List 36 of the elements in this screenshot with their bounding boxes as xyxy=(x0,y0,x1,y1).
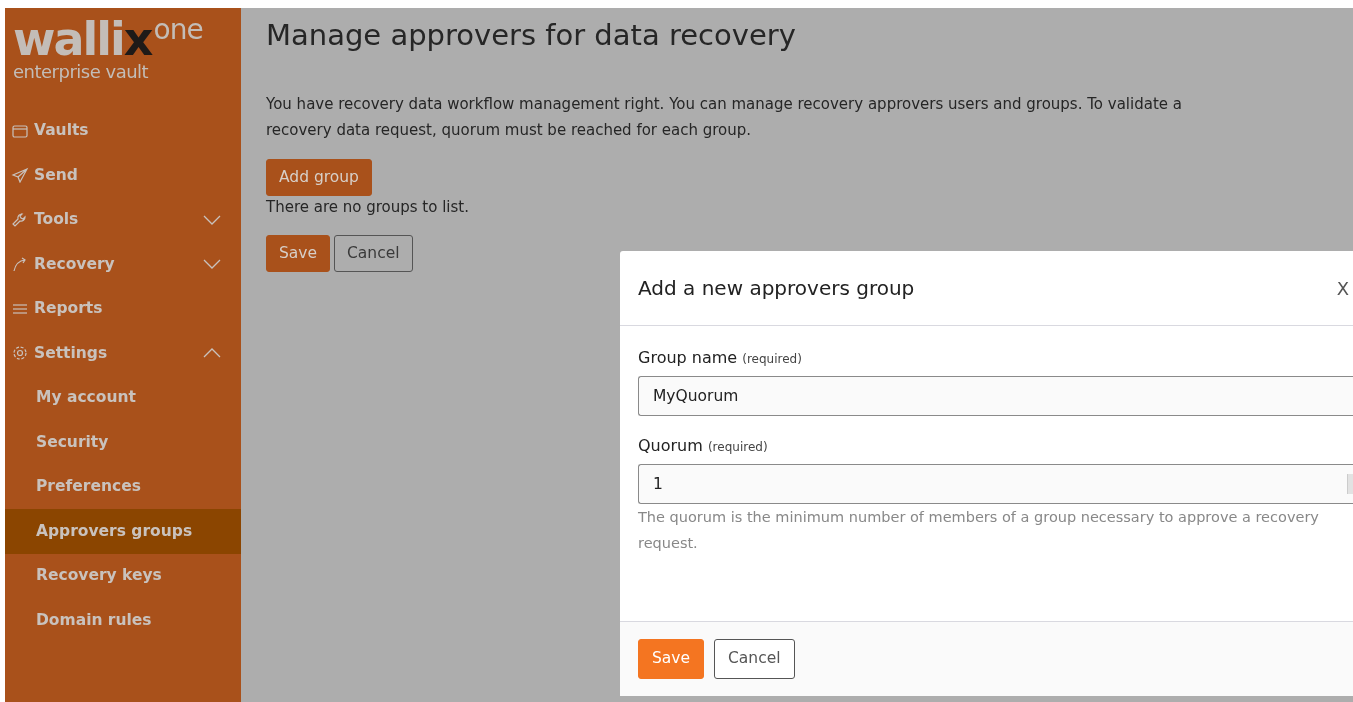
quorum-field[interactable]: 1 xyxy=(638,464,1353,504)
sidebar-item[interactable]: Domain rules xyxy=(5,598,241,643)
sidebar-item[interactable]: Send xyxy=(5,153,241,198)
brand-tagline: enterprise vault xyxy=(13,63,149,81)
settings-icon xyxy=(11,345,29,362)
sidebar-item[interactable]: Reports xyxy=(5,286,241,331)
chevron-down-icon xyxy=(203,259,221,270)
empty-message: There are no groups to list. xyxy=(266,197,470,219)
cancel-button[interactable]: Cancel xyxy=(334,234,413,272)
add-group-button[interactable]: Add group xyxy=(266,158,372,197)
sidebar-item[interactable]: Vaults xyxy=(5,108,241,153)
spinner-icon[interactable] xyxy=(1347,474,1353,494)
chevron-up-icon xyxy=(203,348,221,359)
page-title: Manage approvers for data recovery xyxy=(266,18,797,53)
description-text: You have recovery data workflow management right. You can manage recovery approvers users and groups. To validate a recovery data request, quorum must be reached for each group. xyxy=(266,93,1183,141)
sidebar-item[interactable]: Recovery xyxy=(5,242,241,287)
vault-icon xyxy=(11,122,29,139)
sidebar-item[interactable]: Approvers groups xyxy=(5,509,241,554)
close-button[interactable]: X xyxy=(1336,274,1349,302)
sidebar-item[interactable]: Security xyxy=(5,420,241,465)
save-button[interactable]: Save xyxy=(638,639,705,679)
paper-plane-icon xyxy=(11,167,29,184)
cancel-button[interactable]: Cancel xyxy=(714,639,795,679)
sidebar-item[interactable]: Preferences xyxy=(5,464,241,509)
wrench-icon xyxy=(11,211,29,228)
group-name-field[interactable]: MyQuorum xyxy=(638,376,1353,416)
field-label: Group name (required) xyxy=(638,347,802,369)
field-label: Quorum (required) xyxy=(638,435,768,457)
chevron-down-icon xyxy=(203,214,221,225)
save-button[interactable]: Save xyxy=(266,234,331,272)
help-text: The quorum is the minimum number of members of a group necessary to approve a recovery request. xyxy=(638,508,1320,553)
sidebar-item[interactable]: My account xyxy=(5,375,241,420)
modal-title: Add a new approvers group xyxy=(638,276,916,300)
sidebar-item[interactable]: Settings xyxy=(5,331,241,376)
sidebar-item[interactable]: Recovery keys xyxy=(5,553,241,598)
sidebar-item[interactable]: Tools xyxy=(5,197,241,242)
